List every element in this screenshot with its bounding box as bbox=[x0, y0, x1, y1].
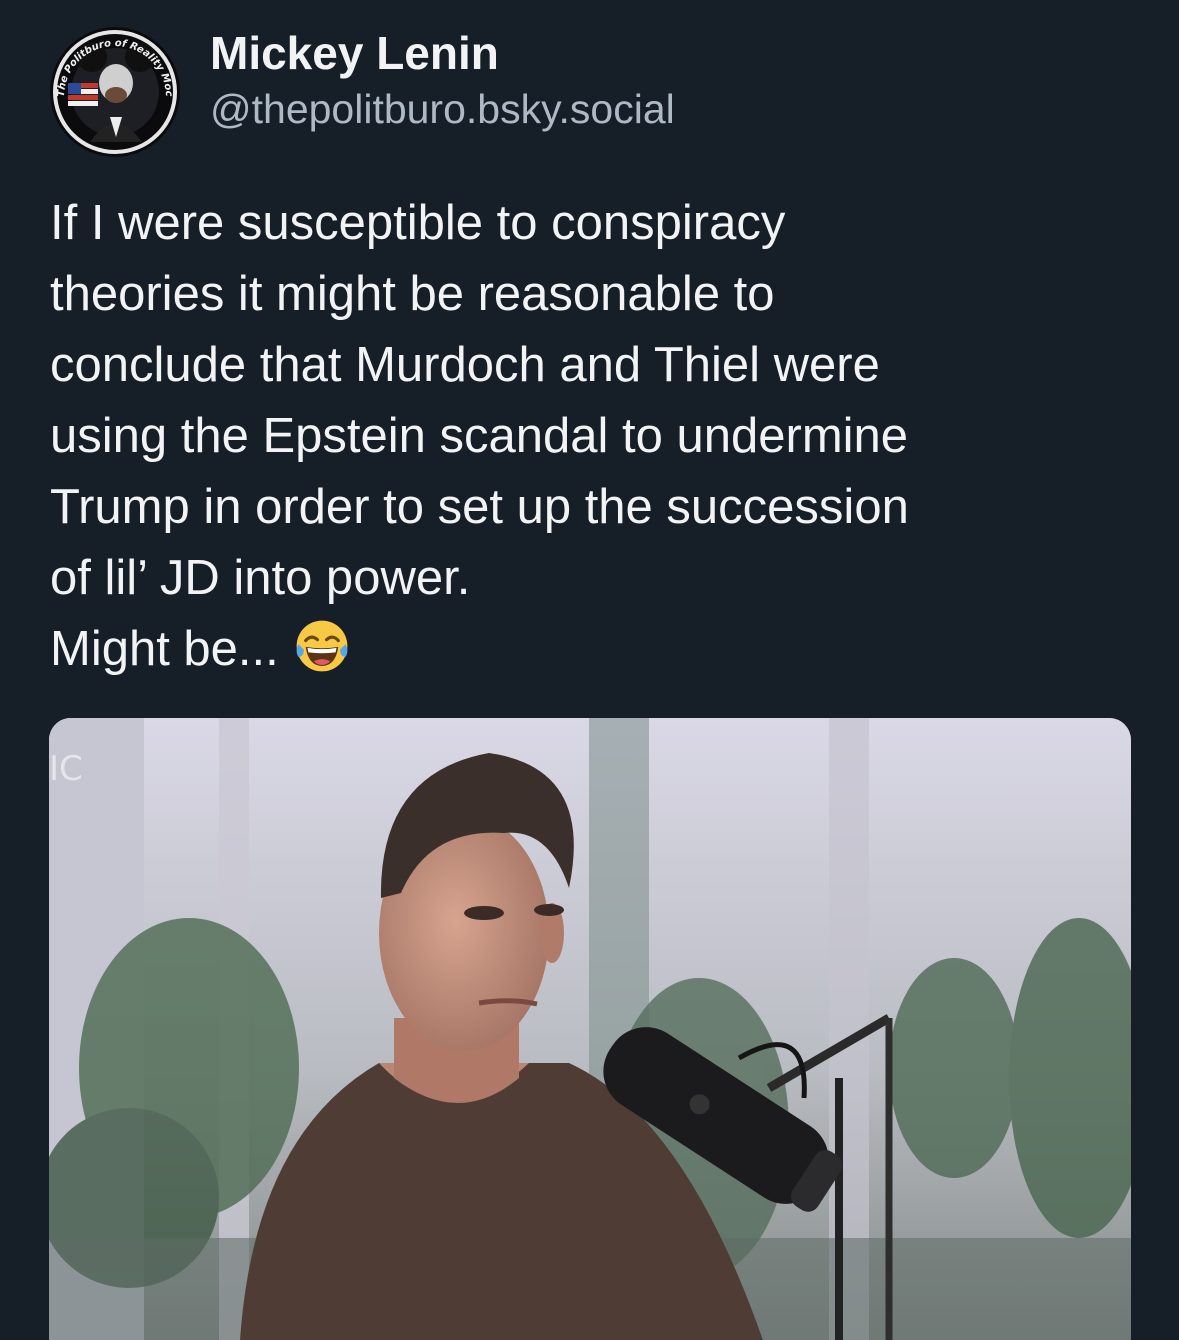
laughing-tears-emoji-icon bbox=[296, 620, 348, 672]
post-text-line: using the Epstein scandal to undermine bbox=[50, 409, 909, 463]
author-avatar[interactable]: The Politburo of Reality Mockery bbox=[50, 27, 180, 157]
author-handle[interactable]: @thepolitburo.bsky.social bbox=[210, 86, 675, 133]
post[interactable]: The Politburo of Reality Mockery Mickey … bbox=[0, 0, 1179, 1340]
video-overlay-text: IC bbox=[49, 749, 83, 789]
post-text-line: theories it might be reasonable to bbox=[50, 267, 775, 321]
post-media-video[interactable]: IC bbox=[49, 718, 1131, 1340]
post-text-line: Trump in order to set up the succession bbox=[50, 480, 909, 534]
post-text-last-line: Might be... bbox=[50, 614, 1150, 685]
video-frame-image: IC bbox=[49, 718, 1131, 1340]
post-text-line: of lil’ JD into power. bbox=[50, 551, 471, 605]
post-text-line: Might be... bbox=[50, 622, 279, 676]
author-display-name[interactable]: Mickey Lenin bbox=[210, 26, 499, 80]
post-text: If I were susceptible to conspiracy theo… bbox=[50, 188, 1150, 685]
post-text-line: conclude that Murdoch and Thiel were bbox=[50, 338, 880, 392]
avatar-image: The Politburo of Reality Mockery bbox=[50, 27, 180, 157]
post-text-line: If I were susceptible to conspiracy bbox=[50, 196, 786, 250]
